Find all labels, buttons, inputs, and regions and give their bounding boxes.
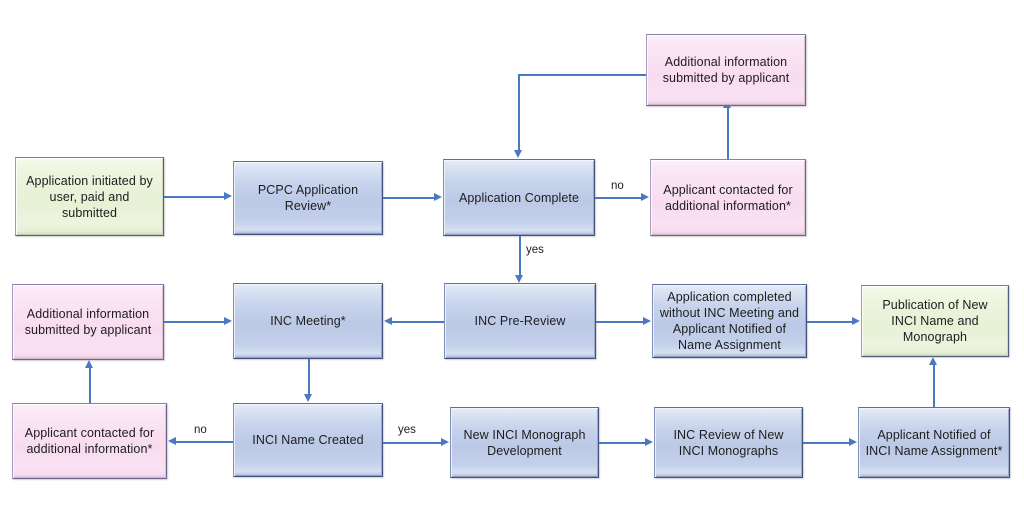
node-publication[interactable]: Publication of New INCI Name and Monogra…	[861, 285, 1009, 357]
arrowhead-name-created-to-contacted-bottom	[168, 436, 176, 445]
connector-additional-top-to-complete-h	[518, 74, 647, 76]
arrowhead-name-created-to-monograph-dev	[441, 437, 449, 446]
arrowhead-complete-to-prereview	[515, 275, 524, 283]
node-label: Application Complete	[458, 190, 580, 205]
arrowhead-pcpc-to-complete	[434, 192, 442, 201]
arrowhead-prereview-to-meeting	[384, 316, 392, 325]
edge-label-complete-yes: yes	[526, 244, 544, 256]
node-label: Additional information submitted by appl…	[24, 307, 152, 337]
arrowhead-prereview-to-completed-no-meeting	[643, 316, 651, 325]
node-application-complete[interactable]: Application Complete	[443, 159, 595, 236]
node-pcpc-review[interactable]: PCPC Application Review*	[233, 161, 383, 235]
connector-complete-to-prereview	[519, 236, 521, 276]
connector-initiated-to-pcpc	[164, 196, 225, 198]
connector-name-created-to-contacted-bottom	[176, 441, 233, 443]
connector-monograph-dev-to-inc-review	[599, 442, 646, 444]
connector-applicant-notified-to-publication	[933, 365, 935, 407]
node-inc-review-monographs[interactable]: INC Review of New INCI Monographs	[654, 407, 803, 478]
node-new-monograph-development[interactable]: New INCI Monograph Development	[450, 407, 599, 478]
node-label: Application initiated by user, paid and …	[26, 173, 153, 220]
connector-pcpc-to-complete	[383, 197, 435, 199]
connector-completed-no-meeting-to-publication	[807, 321, 853, 323]
node-applicant-notified[interactable]: Applicant Notified of INCI Name Assignme…	[858, 407, 1010, 478]
node-label: Additional information submitted by appl…	[662, 55, 790, 85]
node-label: INC Pre-Review	[474, 314, 566, 328]
connector-inc-review-to-applicant-notified	[803, 442, 850, 444]
connector-additional-mid-to-meeting	[164, 321, 225, 323]
node-application-initiated[interactable]: Application initiated by user, paid and …	[15, 157, 164, 236]
node-label: INCI Name Created	[252, 433, 364, 447]
node-additional-info-mid[interactable]: Additional information submitted by appl…	[12, 284, 164, 360]
edge-label-created-no: no	[194, 424, 207, 436]
node-label: Application completed without INC Meetin…	[659, 290, 800, 352]
flowchart-canvas: Additional information submitted by appl…	[0, 0, 1024, 507]
node-inci-name-created[interactable]: INCI Name Created	[233, 403, 383, 477]
connector-additional-top-to-complete-v	[518, 74, 520, 150]
node-label: Applicant contacted for additional infor…	[663, 182, 793, 213]
node-label: Applicant Notified of INCI Name Assignme…	[865, 427, 1003, 458]
connector-contacted-to-additional-top	[727, 108, 729, 159]
node-label: Applicant contacted for additional infor…	[24, 426, 155, 456]
arrowhead-contacted-bottom-to-additional-mid	[84, 360, 93, 368]
node-inc-pre-review[interactable]: INC Pre-Review	[444, 283, 596, 359]
node-applicant-contacted-top[interactable]: Applicant contacted for additional infor…	[650, 159, 806, 236]
arrowhead-additional-mid-to-meeting	[224, 316, 232, 325]
connector-name-created-to-monograph-dev	[383, 442, 441, 444]
arrowhead-completed-no-meeting-to-publication	[852, 316, 860, 325]
connector-complete-to-contacted	[595, 197, 642, 199]
edge-label-complete-no: no	[611, 180, 624, 192]
connector-prereview-to-meeting	[392, 321, 444, 323]
connector-prereview-to-completed-no-meeting	[596, 321, 644, 323]
edge-label-created-yes: yes	[398, 424, 416, 436]
node-label: Publication of New INCI Name and Monogra…	[882, 298, 988, 344]
node-additional-info-top[interactable]: Additional information submitted by appl…	[646, 34, 806, 106]
arrowhead-monograph-dev-to-inc-review	[645, 437, 653, 446]
node-applicant-contacted-bottom[interactable]: Applicant contacted for additional infor…	[12, 403, 167, 479]
node-inc-meeting[interactable]: INC Meeting*	[233, 283, 383, 359]
arrowhead-initiated-to-pcpc	[224, 191, 232, 200]
arrowhead-complete-to-contacted	[641, 192, 649, 201]
node-label: New INCI Monograph Development	[463, 427, 586, 458]
node-label: INC Review of New INCI Monographs	[673, 427, 784, 458]
node-label: PCPC Application Review*	[257, 183, 359, 213]
arrowhead-meeting-to-name-created	[304, 394, 313, 402]
node-application-completed-no-meeting[interactable]: Application completed without INC Meetin…	[652, 284, 807, 358]
arrowhead-inc-review-to-applicant-notified	[849, 437, 857, 446]
connector-meeting-to-name-created	[308, 359, 310, 395]
arrowhead-additional-top-to-complete	[514, 150, 523, 158]
node-label: INC Meeting*	[270, 314, 346, 328]
arrowhead-applicant-notified-to-publication	[928, 357, 937, 365]
connector-contacted-bottom-to-additional-mid	[89, 368, 91, 403]
